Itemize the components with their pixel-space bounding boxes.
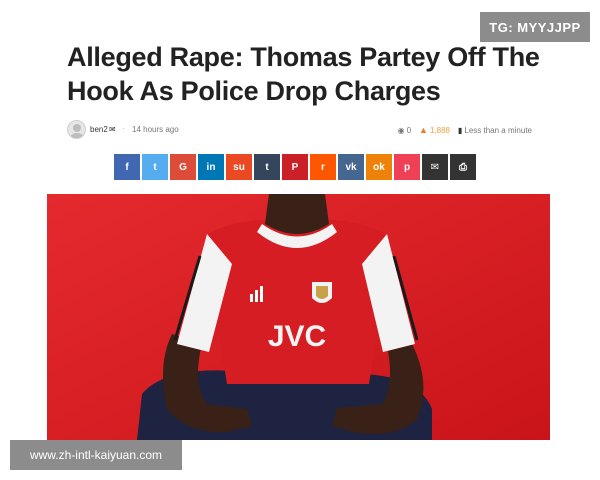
share-twitter-button[interactable]: t <box>142 154 168 180</box>
bookmark-icon: ▮ <box>457 125 463 135</box>
pinterest-icon: P <box>291 161 299 173</box>
site-watermark: www.zh-intl-kaiyuan.com <box>10 440 182 470</box>
email-icon[interactable]: ✉ <box>109 125 116 134</box>
comments-count[interactable]: ◉ 0 <box>398 126 411 135</box>
facebook-icon: f <box>125 161 129 173</box>
share-vk-button[interactable]: vk <box>338 154 364 180</box>
email-icon: ✉ <box>430 161 440 173</box>
share-pocket-button[interactable]: p <box>394 154 420 180</box>
player-photo-illustration: JVC <box>47 194 550 440</box>
article-meta: ben2 ✉ · 14 hours ago ◉ 0 ▲ 1,888 ▮ Less… <box>67 120 532 140</box>
shirt-sponsor-text: JVC <box>268 320 326 353</box>
print-icon: ⎙ <box>459 161 467 173</box>
article-headline: Alleged Rape: Thomas Partey Off The Hook… <box>67 42 540 106</box>
stumbleupon-icon: su <box>233 161 245 173</box>
pocket-icon: p <box>403 161 411 173</box>
article-stats: ◉ 0 ▲ 1,888 ▮ Less than a minute <box>398 125 532 135</box>
post-time: 14 hours ago <box>132 125 179 134</box>
share-google-button[interactable]: G <box>170 154 196 180</box>
share-stumbleupon-button[interactable]: su <box>226 154 252 180</box>
share-tumblr-button[interactable]: t <box>254 154 280 180</box>
comments-value: 0 <box>406 125 412 135</box>
reddit-icon: r <box>321 161 325 173</box>
telegram-badge: TG: MYYJJPP <box>480 12 590 42</box>
share-pinterest-button[interactable]: P <box>282 154 308 180</box>
vk-icon: vk <box>345 161 357 173</box>
fire-icon: ▲ <box>419 125 428 135</box>
read-time: ▮ Less than a minute <box>458 126 532 135</box>
author-name[interactable]: ben2 <box>90 125 108 134</box>
share-buttons: f t Gin su t Pr vk ok p ✉ ⎙ <box>114 154 484 180</box>
share-facebook-button[interactable]: f <box>114 154 140 180</box>
comment-icon: ◉ <box>397 125 405 135</box>
share-email-button[interactable]: ✉ <box>422 154 448 180</box>
twitter-icon: t <box>153 161 157 173</box>
linkedin-icon: in <box>206 161 216 173</box>
views-count: ▲ 1,888 <box>419 125 450 135</box>
share-odnoklassniki-button[interactable]: ok <box>366 154 392 180</box>
author-avatar[interactable] <box>67 120 86 139</box>
meta-separator: · <box>122 124 125 133</box>
read-time-value: Less than a minute <box>464 125 532 135</box>
article-photo: JVC <box>47 194 550 440</box>
share-linkedin-button[interactable]: in <box>198 154 224 180</box>
odnoklassniki-icon: ok <box>373 161 385 173</box>
share-reddit-button[interactable]: r <box>310 154 336 180</box>
article-header: Alleged Rape: Thomas Partey Off The Hook… <box>47 40 550 180</box>
tumblr-icon: t <box>265 161 269 173</box>
google-icon: G <box>179 161 187 173</box>
share-print-button[interactable]: ⎙ <box>450 154 476 180</box>
views-value: 1,888 <box>429 125 450 135</box>
